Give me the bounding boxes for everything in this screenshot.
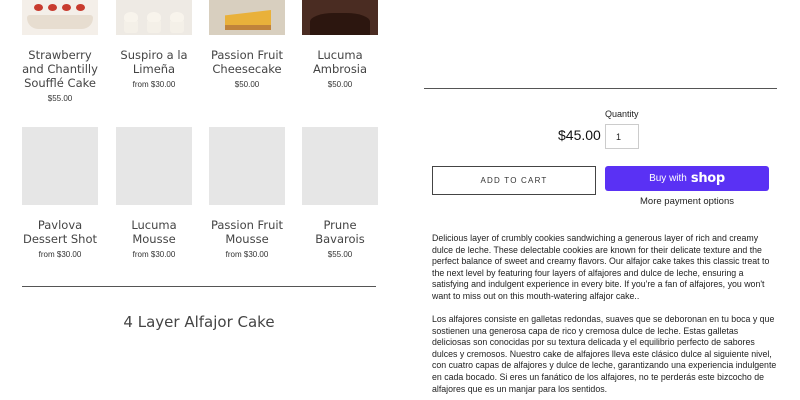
product-image[interactable] [116, 0, 192, 35]
quantity-input[interactable] [605, 124, 639, 149]
shop-logo: shop [690, 171, 725, 186]
buy-with-label: Buy with [649, 173, 687, 184]
product-title: 4 Layer Alfajor Cake [123, 313, 275, 331]
quantity-label: Quantity [605, 109, 639, 119]
section-divider [22, 286, 376, 287]
product-name[interactable]: Prune Bavarois [302, 218, 378, 246]
product-card[interactable]: Prune Bavarois $55.00 [302, 127, 378, 259]
product-name[interactable]: Lucuma Mousse [116, 218, 192, 246]
product-card[interactable]: Passion Fruit Cheesecake $50.00 [209, 0, 285, 89]
product-description-en: Delicious layer of crumbly cookies sandw… [432, 233, 770, 301]
product-card[interactable]: Suspiro a la Limeña from $30.00 [116, 0, 192, 89]
product-price: $55.00 [47, 94, 73, 103]
product-name[interactable]: Pavlova Dessert Shot [22, 218, 98, 246]
product-image[interactable] [209, 0, 285, 35]
product-card[interactable]: Pavlova Dessert Shot from $30.00 [22, 127, 98, 259]
section-divider [424, 88, 777, 89]
product-image[interactable] [22, 0, 98, 35]
product-price: from $30.00 [132, 80, 176, 89]
more-payment-options-link[interactable]: More payment options [605, 196, 769, 207]
product-description-es: Los alfajores consiste en galletas redon… [432, 314, 777, 394]
product-name[interactable]: Lucuma Ambrosia [302, 48, 378, 76]
product-price: from $30.00 [132, 250, 176, 259]
product-image-placeholder[interactable] [116, 127, 192, 205]
product-card[interactable]: Lucuma Ambrosia $50.00 [302, 0, 378, 89]
product-price: from $30.00 [225, 250, 269, 259]
product-card[interactable]: Lucuma Mousse from $30.00 [116, 127, 192, 259]
product-price: $50.00 [327, 80, 353, 89]
product-image[interactable] [302, 0, 378, 35]
product-price: $55.00 [327, 250, 353, 259]
product-price: from $30.00 [38, 250, 82, 259]
product-name[interactable]: Passion Fruit Cheesecake [209, 48, 285, 76]
product-image-placeholder[interactable] [302, 127, 378, 205]
product-name[interactable]: Suspiro a la Limeña [116, 48, 192, 76]
product-name[interactable]: Strawberry and Chantilly Soufflé Cake [22, 48, 98, 90]
product-card[interactable]: Strawberry and Chantilly Soufflé Cake $5… [22, 0, 98, 103]
shop-pay-button[interactable]: Buy with shop [605, 166, 769, 191]
product-image-placeholder[interactable] [209, 127, 285, 205]
product-price: $50.00 [234, 80, 260, 89]
add-to-cart-button[interactable]: ADD TO CART [432, 166, 596, 195]
product-price: $45.00 [558, 127, 601, 143]
product-name[interactable]: Passion Fruit Mousse [209, 218, 285, 246]
product-card[interactable]: Passion Fruit Mousse from $30.00 [209, 127, 285, 259]
product-image-placeholder[interactable] [22, 127, 98, 205]
